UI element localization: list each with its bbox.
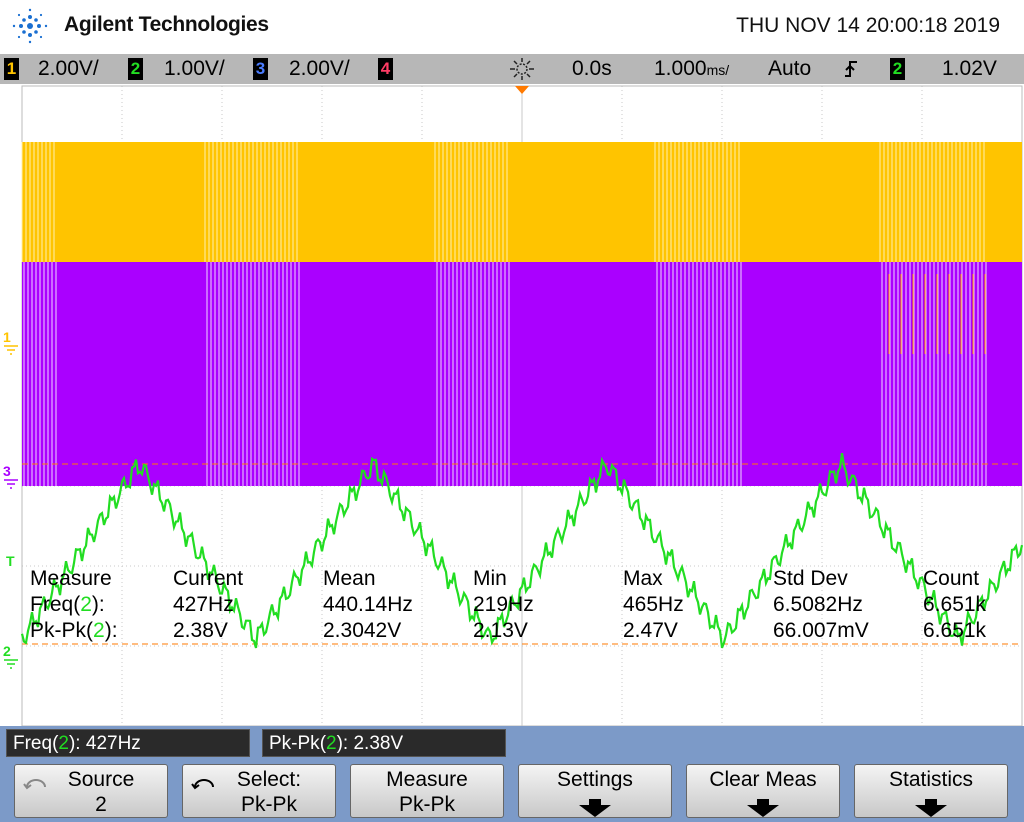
stat-header-stddev: Std Dev [773, 567, 848, 590]
channel-3-scale: 2.00V/ [289, 57, 350, 80]
submenu-arrow-icon [579, 799, 611, 817]
softkey-label: Settings [557, 768, 633, 791]
status-bar: 1 2.00V/ 2 1.00V/ 3 2.00V/ 4 0.0s 1.000m… [0, 54, 1024, 84]
channel-2-badge[interactable]: 2 [128, 58, 143, 80]
pkpk-readout[interactable]: Pk-Pk(2): 2.38V [262, 729, 506, 757]
trigger-position-marker [515, 86, 529, 94]
source-softkey[interactable]: Source 2 [14, 764, 168, 818]
channel-2-ground-icon [4, 659, 18, 669]
trigger-level: 1.02V [942, 57, 997, 80]
stat-header-min: Min [473, 567, 507, 590]
stat-pkpk-min: 2.13V [473, 619, 528, 642]
softkey-label: Select: [236, 768, 302, 791]
stat-pkpk-max: 2.47V [623, 619, 678, 642]
channel-1-ground-marker: 1 [3, 329, 11, 345]
channel-3-trace [22, 262, 1022, 486]
stat-freq-count: 6.651k [923, 593, 987, 616]
trigger-level-marker: T [6, 553, 15, 569]
horizontal-delay: 0.0s [572, 57, 612, 80]
brand-name: Agilent Technologies [64, 13, 269, 36]
channel-1-scale: 2.00V/ [38, 57, 99, 80]
trigger-source-badge[interactable]: 2 [890, 58, 905, 80]
select-softkey[interactable]: Select: Pk-Pk [182, 764, 336, 818]
freq-readout[interactable]: Freq(2): 427Hz [6, 729, 250, 757]
statistics-softkey[interactable]: Statistics [854, 764, 1008, 818]
submenu-arrow-icon [915, 799, 947, 817]
channel-3-badge[interactable]: 3 [253, 58, 268, 80]
stat-row-pkpk-label: Pk-Pk(2): [30, 619, 118, 642]
softkey-label: Clear Meas [709, 768, 817, 791]
softkey-label: Measure [386, 768, 468, 791]
stat-header-max: Max [623, 567, 663, 590]
stat-header-current: Current [173, 567, 244, 590]
softkey-value: Pk-Pk [398, 793, 455, 816]
softkey-value: 2 [95, 793, 107, 816]
stat-pkpk-count: 6.651k [923, 619, 987, 642]
channel-2-ground-marker: 2 [3, 643, 11, 659]
stat-row-freq-label: Freq(2): [30, 593, 105, 616]
stat-header-measure: Measure [30, 567, 112, 590]
softkey-label: Statistics [888, 768, 974, 791]
measure-softkey[interactable]: Measure Pk-Pk [350, 764, 504, 818]
rising-edge-icon [845, 61, 857, 77]
channel-1-badge[interactable]: 1 [4, 58, 19, 80]
waveform-display: 1 3 T 2 Measure Current Mean Min Max Std De… [0, 84, 1024, 726]
channel-3-ground-icon [4, 479, 18, 489]
measurement-readout-bar: Freq(2): 427Hz Pk-Pk(2): 2.38V [0, 726, 1024, 760]
stat-pkpk-current: 2.38V [173, 619, 228, 642]
channel-2-scale: 1.00V/ [164, 57, 225, 80]
channel-1-ground-icon [4, 345, 18, 355]
timebase-value: 1.000ms/ [654, 57, 730, 80]
channel-1-trace [22, 142, 1022, 262]
stat-freq-mean: 440.14Hz [323, 593, 413, 616]
softkey-bar: Source 2 Select: Pk-Pk Measure Pk-Pk Set… [0, 760, 1024, 822]
stat-pkpk-mean: 2.3042V [323, 619, 402, 642]
submenu-arrow-icon [747, 799, 779, 817]
stat-header-mean: Mean [323, 567, 376, 590]
softkey-label: Source [67, 768, 135, 791]
header-bar: Agilent Technologies THU NOV 14 20:00:18… [0, 0, 1024, 54]
settings-softkey[interactable]: Settings [518, 764, 672, 818]
channel-3-ground-marker: 3 [3, 463, 11, 479]
stat-header-count: Count [923, 567, 980, 590]
softkey-value: Pk-Pk [240, 793, 297, 816]
trigger-mode: Auto [768, 57, 812, 80]
stat-freq-stddev: 6.5082Hz [773, 593, 863, 616]
trigger-indicator-icon [510, 58, 534, 80]
clear-meas-softkey[interactable]: Clear Meas [686, 764, 840, 818]
stat-freq-current: 427Hz [173, 593, 234, 616]
stat-freq-max: 465Hz [623, 593, 684, 616]
stat-pkpk-stddev: 66.007mV [773, 619, 869, 642]
channel-4-badge[interactable]: 4 [378, 58, 393, 80]
stat-freq-min: 219Hz [473, 593, 534, 616]
datetime: THU NOV 14 20:00:18 2019 [736, 14, 1000, 37]
agilent-spark-icon [12, 8, 48, 44]
